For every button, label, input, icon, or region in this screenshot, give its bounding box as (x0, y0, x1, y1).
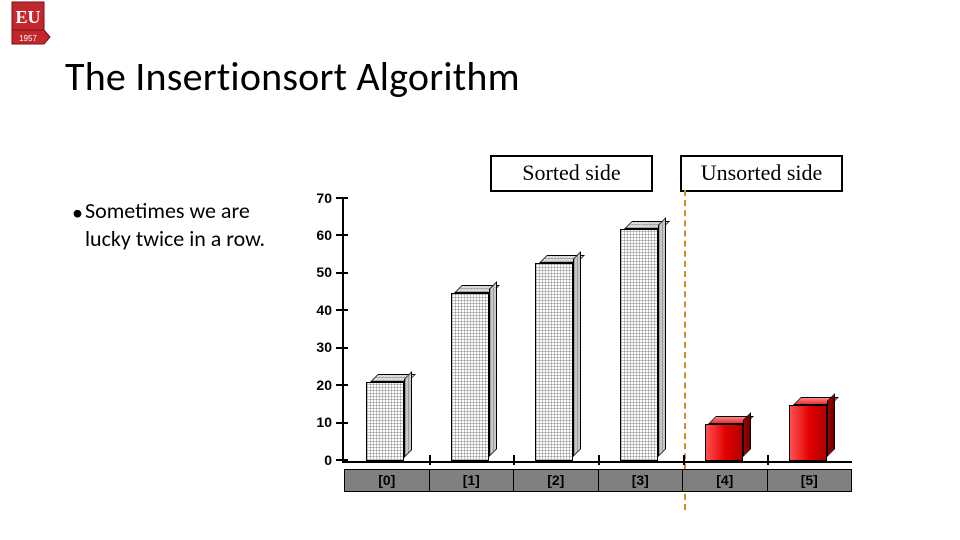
ytick-label: 10 (300, 414, 332, 430)
bar-front (620, 229, 658, 461)
bar-side (827, 393, 835, 457)
x-tick (513, 455, 515, 465)
bar-side (489, 281, 497, 457)
bar-side (658, 217, 666, 457)
bar-side (404, 371, 412, 458)
bar-side (573, 251, 581, 457)
x-axis-line (342, 461, 852, 463)
x-label: [1] (430, 470, 515, 491)
bar-front (451, 293, 489, 461)
logo-letters: EU (15, 7, 40, 27)
sorted-side-label: Sorted side (490, 155, 653, 192)
logo-year: 1957 (19, 34, 37, 43)
ytick-label: 0 (300, 452, 332, 468)
ytick-label: 20 (300, 377, 332, 393)
x-tick (598, 455, 600, 465)
bars-area (344, 199, 852, 461)
bar-side (743, 412, 751, 457)
x-label: [3] (599, 470, 684, 491)
ytick-label: 30 (300, 339, 332, 355)
page-title: The Insertionsort Algorithm (65, 52, 520, 101)
bullet-dot-icon: • (72, 199, 83, 227)
ytick-label: 50 (300, 264, 332, 280)
bullet-text: Sometimes we are lucky twice in a row. (85, 197, 265, 252)
bar-front (535, 263, 573, 461)
x-tick (683, 455, 685, 465)
x-label: [4] (683, 470, 768, 491)
ytick-label: 70 (300, 190, 332, 206)
x-label: [0] (345, 470, 430, 491)
bar-front (789, 405, 827, 461)
bullet-item: • Sometimes we are lucky twice in a row. (85, 197, 270, 253)
x-tick (767, 455, 769, 465)
x-label: [5] (768, 470, 853, 491)
bar-front (705, 424, 743, 461)
ytick-label: 60 (300, 227, 332, 243)
slide: EU 1957 The Insertionsort Algorithm • So… (0, 0, 960, 540)
eu-logo: EU 1957 (8, 0, 52, 48)
ytick-label: 40 (300, 302, 332, 318)
x-label: [2] (514, 470, 599, 491)
unsorted-side-label: Unsorted side (680, 155, 843, 192)
bar-chart: 0 10 20 30 40 50 60 70 (300, 197, 852, 492)
bar-front (366, 382, 404, 461)
x-axis-labels: [0] [1] [2] [3] [4] [5] (344, 469, 852, 492)
x-tick (429, 455, 431, 465)
